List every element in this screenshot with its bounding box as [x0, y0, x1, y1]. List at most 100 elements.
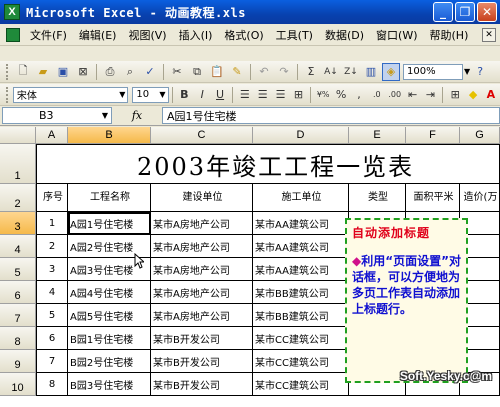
- table-header-cell[interactable]: 序号: [36, 184, 68, 212]
- table-header-cell[interactable]: 建设单位: [151, 184, 253, 212]
- table-header-cell[interactable]: 造价(万: [460, 184, 500, 212]
- toolbar-grip[interactable]: [6, 63, 9, 80]
- sort-descending-icon[interactable]: Z↓: [342, 63, 360, 81]
- select-all-corner[interactable]: [0, 127, 36, 144]
- row-header[interactable]: 9: [0, 350, 36, 373]
- percent-icon[interactable]: %: [333, 86, 349, 104]
- menu-tools[interactable]: 工具(T): [270, 27, 319, 43]
- table-cell[interactable]: 某市A房地产公司: [151, 281, 253, 304]
- close-button[interactable]: ✕: [477, 2, 497, 22]
- table-cell[interactable]: A园5号住宅楼: [68, 304, 151, 327]
- borders-icon[interactable]: ⊞: [447, 86, 463, 104]
- new-icon[interactable]: 🗋: [14, 63, 32, 81]
- toolbar-grip[interactable]: [6, 86, 9, 103]
- insert-function-icon[interactable]: fx: [112, 109, 162, 122]
- indent-icon[interactable]: ⇤: [405, 86, 421, 104]
- table-cell[interactable]: 某市A房地产公司: [151, 212, 253, 235]
- align-right-icon[interactable]: ☰: [273, 86, 289, 104]
- column-header[interactable]: E: [349, 127, 406, 144]
- chart-wizard-icon[interactable]: ▥: [362, 63, 380, 81]
- restore-button[interactable]: ❐: [455, 2, 475, 22]
- fill-color-icon[interactable]: ◆: [465, 86, 481, 104]
- menu-view[interactable]: 视图(V): [122, 27, 172, 43]
- table-cell[interactable]: 6: [36, 327, 68, 350]
- workbook-icon[interactable]: [6, 27, 20, 42]
- table-cell[interactable]: 1: [36, 212, 68, 235]
- menu-format[interactable]: 格式(O): [218, 27, 269, 43]
- menu-insert[interactable]: 插入(I): [173, 27, 219, 43]
- format-painter-icon[interactable]: ✎: [228, 63, 246, 81]
- table-cell[interactable]: 某市CC建筑公司: [253, 350, 349, 373]
- selected-cell[interactable]: A园1号住宅楼: [68, 212, 151, 235]
- table-header-cell[interactable]: 施工单位: [253, 184, 349, 212]
- table-cell[interactable]: 5: [36, 304, 68, 327]
- menu-window[interactable]: 窗口(W): [370, 27, 423, 43]
- column-header[interactable]: G: [460, 127, 500, 144]
- bold-icon[interactable]: B: [176, 86, 192, 104]
- table-cell[interactable]: 某市A房地产公司: [151, 258, 253, 281]
- align-center-icon[interactable]: ☰: [255, 86, 271, 104]
- table-cell[interactable]: 8: [36, 373, 68, 396]
- row-header[interactable]: 3: [0, 212, 36, 235]
- column-header[interactable]: A: [36, 127, 68, 144]
- menu-data[interactable]: 数据(D): [319, 27, 370, 43]
- column-header[interactable]: F: [406, 127, 460, 144]
- cut-icon[interactable]: ✂: [168, 63, 186, 81]
- table-cell[interactable]: B园1号住宅楼: [68, 327, 151, 350]
- formula-input[interactable]: A园1号住宅楼: [162, 107, 500, 124]
- table-cell[interactable]: 4: [36, 281, 68, 304]
- table-cell[interactable]: 某市CC建筑公司: [253, 327, 349, 350]
- outdent-icon[interactable]: ⇥: [423, 86, 439, 104]
- table-cell[interactable]: 某市B开发公司: [151, 373, 253, 396]
- row-header[interactable]: 4: [0, 235, 36, 258]
- increase-decimal-icon[interactable]: .0: [369, 86, 385, 104]
- italic-icon[interactable]: I: [194, 86, 210, 104]
- row-header[interactable]: 7: [0, 304, 36, 327]
- table-cell[interactable]: 某市CC建筑公司: [253, 373, 349, 396]
- table-cell[interactable]: 某市AA建筑公司: [253, 258, 349, 281]
- table-header-cell[interactable]: 类型: [349, 184, 406, 212]
- table-cell[interactable]: 某市B开发公司: [151, 350, 253, 373]
- table-cell[interactable]: 某市B开发公司: [151, 327, 253, 350]
- table-cell[interactable]: 7: [36, 350, 68, 373]
- font-name-select[interactable]: 宋体 ▼: [12, 86, 129, 103]
- redo-icon[interactable]: ↷: [275, 63, 293, 81]
- drawing-icon[interactable]: ◈: [382, 62, 400, 81]
- paste-icon[interactable]: 📋: [208, 63, 226, 81]
- column-header[interactable]: B: [68, 127, 151, 144]
- font-color-icon[interactable]: A: [483, 86, 499, 104]
- print-preview-icon[interactable]: ⌕: [121, 63, 139, 81]
- table-cell[interactable]: 2: [36, 235, 68, 258]
- align-left-icon[interactable]: ☰: [237, 86, 253, 104]
- save-icon[interactable]: ▣: [54, 63, 72, 81]
- zoom-dropdown-icon[interactable]: ▼: [464, 67, 470, 76]
- table-cell[interactable]: 3: [36, 258, 68, 281]
- print-icon[interactable]: ⎙: [101, 63, 119, 81]
- currency-icon[interactable]: ¥%: [315, 86, 331, 104]
- underline-icon[interactable]: U: [212, 86, 228, 104]
- workbook-close-icon[interactable]: ✕: [482, 28, 496, 42]
- row-header[interactable]: 8: [0, 327, 36, 350]
- row-header[interactable]: 6: [0, 281, 36, 304]
- menu-file[interactable]: 文件(F): [24, 27, 73, 43]
- comma-style-icon[interactable]: ,: [351, 86, 367, 104]
- table-cell[interactable]: 某市BB建筑公司: [253, 281, 349, 304]
- undo-icon[interactable]: ↶: [255, 63, 273, 81]
- table-cell[interactable]: 某市AA建筑公司: [253, 212, 349, 235]
- table-cell[interactable]: A园4号住宅楼: [68, 281, 151, 304]
- column-header[interactable]: D: [253, 127, 349, 144]
- table-cell[interactable]: 某市AA建筑公司: [253, 235, 349, 258]
- table-cell[interactable]: 某市A房地产公司: [151, 235, 253, 258]
- column-header[interactable]: C: [151, 127, 253, 144]
- sheet-title[interactable]: 2003年竣工工程一览表: [36, 144, 500, 184]
- row-header[interactable]: 1: [0, 144, 36, 184]
- row-header[interactable]: 5: [0, 258, 36, 281]
- table-cell[interactable]: 某市BB建筑公司: [253, 304, 349, 327]
- row-header[interactable]: 10: [0, 373, 36, 396]
- autosum-icon[interactable]: Σ: [302, 63, 320, 81]
- table-cell[interactable]: 某市A房地产公司: [151, 304, 253, 327]
- table-cell[interactable]: B园2号住宅楼: [68, 350, 151, 373]
- spelling-icon[interactable]: ✓: [141, 63, 159, 81]
- permission-icon[interactable]: ⊠: [74, 63, 92, 81]
- table-header-cell[interactable]: 面积平米: [406, 184, 460, 212]
